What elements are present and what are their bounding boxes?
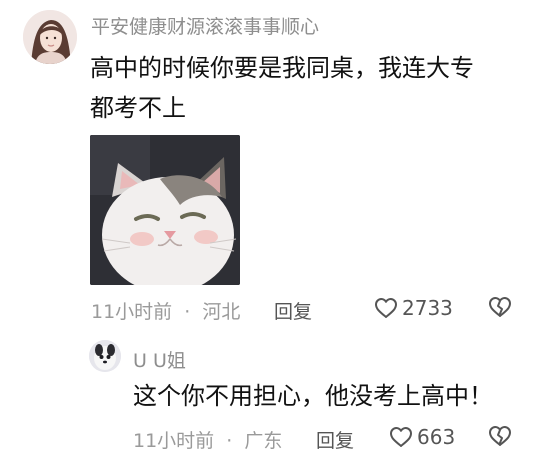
- heart-outline-icon: [374, 297, 398, 319]
- reply-reply-button[interactable]: 回复: [316, 426, 354, 453]
- cat-face-illustration: [90, 135, 240, 285]
- meta-separator: ·: [184, 301, 191, 323]
- broken-heart-icon[interactable]: [488, 296, 512, 318]
- reply-username[interactable]: U U姐: [133, 346, 186, 373]
- comment-reply-button[interactable]: 回复: [274, 297, 312, 324]
- comment-meta: 11小时前 · 河北: [91, 297, 240, 324]
- comment-text-line-2: 都考不上: [90, 94, 186, 122]
- meta-separator: ·: [226, 430, 233, 452]
- broken-heart-icon[interactable]: [488, 425, 512, 447]
- comment-time: 11小时前: [91, 301, 173, 323]
- reply-location: 广东: [244, 430, 283, 452]
- reply-meta: 11小时前 · 广东: [133, 426, 282, 453]
- commenter-username[interactable]: 平安健康财源滚滚事事顺心: [91, 12, 319, 39]
- comment-like-button[interactable]: 2733: [374, 296, 453, 320]
- commenter-avatar-image: [23, 10, 77, 64]
- reply-avatar-image: [89, 340, 121, 372]
- reply-like-count: 663: [417, 425, 456, 449]
- reply-like-button[interactable]: 663: [389, 425, 455, 449]
- commenter-avatar[interactable]: [23, 10, 77, 64]
- reply-time: 11小时前: [133, 430, 215, 452]
- heart-outline-icon: [389, 426, 413, 448]
- reply-text: 这个你不用担心，他没考上高中！: [133, 382, 493, 410]
- comment-text: 高中的时候你要是我同桌，我连大专 都考不上: [90, 48, 474, 128]
- comment-location: 河北: [202, 301, 241, 323]
- reply-avatar[interactable]: [89, 340, 121, 372]
- comment-text-line-1: 高中的时候你要是我同桌，我连大专: [90, 54, 474, 82]
- cat-sticker-image[interactable]: [90, 135, 240, 285]
- comment-like-count: 2733: [402, 296, 453, 320]
